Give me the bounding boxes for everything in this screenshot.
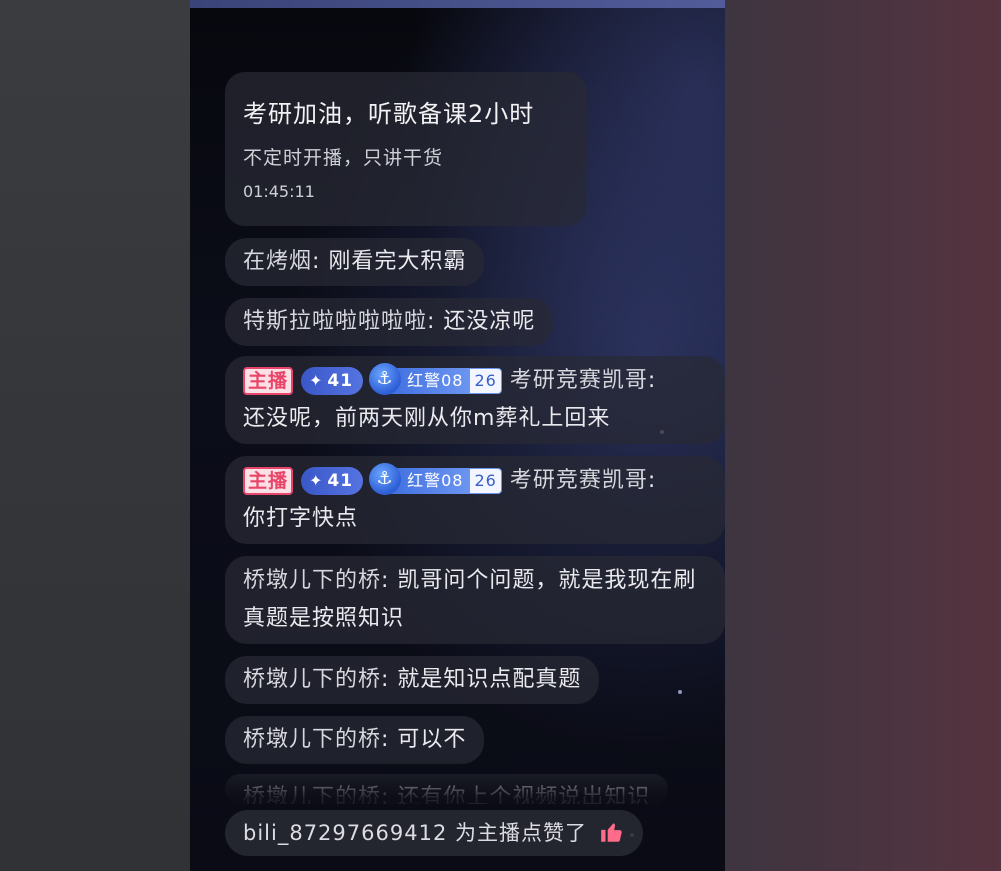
chat-text: 可以不 [397, 727, 467, 752]
chat-username[interactable]: 桥墩儿下的桥 [243, 667, 381, 692]
host-badge: 主播 [243, 367, 294, 395]
chat-text: 你打字快点 [243, 506, 359, 531]
thumbs-up-icon [600, 823, 622, 842]
chat-username[interactable]: 考研竞赛凯哥 [510, 468, 648, 493]
top-bar [190, 0, 725, 8]
chat-text: 还有你上个视频说出知识 [397, 785, 651, 804]
like-username[interactable]: bili_87297669412 [243, 821, 447, 845]
chat-message[interactable]: 桥墩儿下的桥: 凯哥问个问题，就是我现在刷真题是按照知识 [225, 556, 725, 644]
chat-message-host[interactable]: 主播 ✦ 41 ⚓ 红警08 26 考研竞赛凯哥: 还没呢，前两天刚从你m葬礼上回来 [225, 356, 725, 444]
anchor-icon: ⚓ [369, 363, 402, 395]
chat-text: 刚看完大积霸 [328, 249, 467, 274]
sparkle-decoration [678, 690, 682, 694]
chat-separator: : [312, 249, 329, 274]
chat-username[interactable]: 在烤烟 [243, 249, 312, 274]
stream-info-card: 考研加油，听歌备课2小时 不定时开播，只讲干货 01:45:11 [225, 72, 587, 226]
stream-duration: 01:45:11 [243, 182, 315, 201]
user-level-badge: ✦ 41 [301, 467, 364, 495]
fan-medal-level: 26 [469, 368, 502, 394]
screen: 考研加油，听歌备课2小时 不定时开播，只讲干货 01:45:11 在烤烟: 刚看… [0, 0, 1001, 871]
fan-medal[interactable]: ⚓ 红警08 26 [369, 363, 502, 395]
chat-text: 就是知识点配真题 [397, 667, 582, 692]
chat-message[interactable]: 桥墩儿下的桥: 还有你上个视频说出知识 [225, 774, 669, 804]
level-icon: ✦ [309, 371, 324, 390]
user-level: 41 [327, 471, 354, 491]
chat-username[interactable]: 桥墩儿下的桥 [243, 568, 381, 593]
chat-text: 还没凉呢 [443, 309, 536, 334]
live-chat-panel: 考研加油，听歌备课2小时 不定时开播，只讲干货 01:45:11 在烤烟: 刚看… [190, 0, 725, 871]
chat-separator: : [381, 727, 398, 752]
like-text: 为主播点赞了 [455, 821, 587, 845]
user-level-badge: ✦ 41 [301, 367, 364, 395]
right-backdrop [725, 0, 1001, 871]
chat-username[interactable]: 特斯拉啦啦啦啦啦 [243, 309, 427, 334]
chat-text: 还没呢，前两天刚从你m葬礼上回来 [243, 406, 611, 431]
chat-message-host[interactable]: 主播 ✦ 41 ⚓ 红警08 26 考研竞赛凯哥: 你打字快点 [225, 456, 725, 544]
host-badge: 主播 [243, 467, 294, 495]
chat-separator: : [647, 368, 657, 393]
chat-username[interactable]: 考研竞赛凯哥 [510, 368, 648, 393]
chat-separator: : [381, 785, 398, 804]
left-backdrop [0, 0, 190, 871]
level-icon: ✦ [309, 471, 324, 490]
user-level: 41 [327, 371, 354, 391]
fan-medal-level: 26 [469, 468, 502, 494]
chat-message[interactable]: 桥墩儿下的桥: 就是知识点配真题 [225, 656, 600, 704]
stream-title: 考研加油，听歌备课2小时 [243, 100, 535, 128]
like-notification: bili_87297669412 为主播点赞了 [225, 810, 643, 856]
stream-subtitle: 不定时开播，只讲干货 [243, 147, 444, 169]
chat-separator: : [427, 309, 444, 334]
chat-separator: : [647, 468, 657, 493]
chat-username[interactable]: 桥墩儿下的桥 [243, 785, 381, 804]
fan-medal[interactable]: ⚓ 红警08 26 [369, 463, 502, 495]
chat-separator: : [381, 667, 398, 692]
chat-username[interactable]: 桥墩儿下的桥 [243, 727, 381, 752]
chat-message[interactable]: 特斯拉啦啦啦啦啦: 还没凉呢 [225, 298, 554, 346]
chat-message[interactable]: 桥墩儿下的桥: 可以不 [225, 716, 485, 764]
anchor-icon: ⚓ [369, 463, 402, 495]
chat-message[interactable]: 在烤烟: 刚看完大积霸 [225, 238, 485, 286]
chat-separator: : [381, 568, 398, 593]
